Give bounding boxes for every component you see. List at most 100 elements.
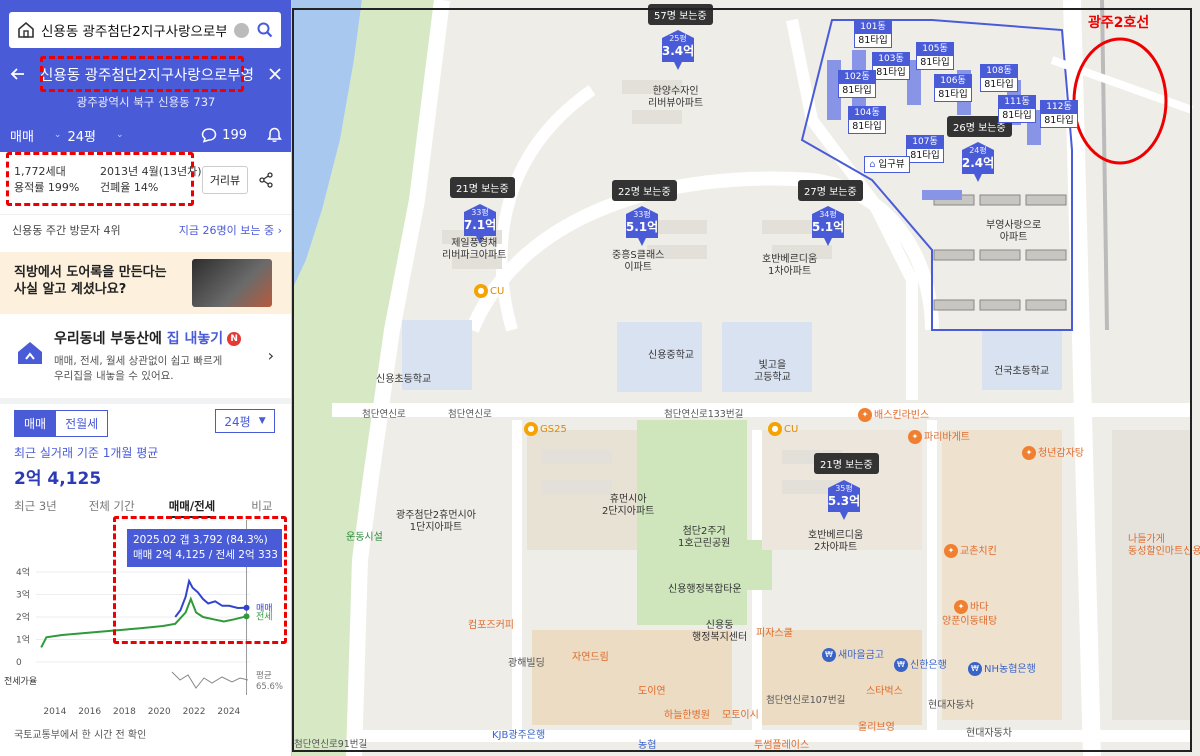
- x-tick-label: 2022: [183, 707, 206, 717]
- search-icon[interactable]: [257, 22, 273, 38]
- poi-gs25[interactable]: ● GS25: [524, 422, 567, 436]
- poi-olive[interactable]: 올리브영: [858, 718, 895, 733]
- share-icon[interactable]: [258, 172, 274, 188]
- page-title: 신용동 광주첨단2지구사랑으로부영: [40, 67, 254, 84]
- comments-button[interactable]: 199: [201, 127, 247, 143]
- map-view[interactable]: 광주2호선 57명 보는중 25평 3.4억 21명 보는중 33평 7.1억 22…: [292, 0, 1200, 756]
- list-my-home-promo[interactable]: 우리동네 부동산에 집 내놓기 N 매매, 전세, 월세 상관없이 쉽고 빠르게 …: [0, 318, 291, 396]
- caret-down-icon: ▼: [258, 416, 266, 426]
- poi-name: 올리브영: [858, 722, 895, 733]
- poi-name: 새마을금고: [838, 650, 884, 661]
- unit-type: 81타입: [842, 85, 872, 96]
- deal-type-select[interactable]: 매매: [10, 126, 34, 145]
- poi-kyochon[interactable]: ✦ 교촌치킨: [944, 542, 997, 558]
- marker-price: 5.1억: [811, 220, 845, 234]
- building-label[interactable]: 103동 81타입: [872, 52, 910, 80]
- price-marker[interactable]: 34평 5.1억: [806, 206, 850, 246]
- size-select[interactable]: 24평: [67, 126, 96, 145]
- place-label: 첨단2주거 1호근린공원: [678, 526, 731, 549]
- price-marker[interactable]: 35평 5.3억: [822, 480, 866, 520]
- marker-size: 24평: [969, 146, 987, 155]
- building-label[interactable]: 106동 81타입: [934, 74, 972, 102]
- poi-sinhan[interactable]: ₩ 신한은행: [894, 656, 947, 672]
- building-label[interactable]: 108동 81타입: [980, 64, 1018, 92]
- title-row: 신용동 광주첨단2지구사랑으로부영: [0, 56, 291, 92]
- bank-icon: ₩: [968, 662, 982, 676]
- building-label[interactable]: 112동 81타입: [1040, 100, 1078, 128]
- building-number: 112동: [1041, 101, 1077, 114]
- poi-name: 투썸플레이스: [754, 740, 810, 751]
- poi-natural[interactable]: 나들가게 동성할인마트신용점: [1128, 534, 1200, 558]
- y-tick-label: 4억: [16, 566, 30, 578]
- poi-starbucks[interactable]: 스타벅스: [866, 682, 903, 697]
- poi-baskin[interactable]: ✦ 배스킨라빈스: [858, 406, 929, 422]
- marker-price: 3.4억: [661, 44, 695, 58]
- tab-sale-rent[interactable]: 매매/전세: [168, 498, 216, 518]
- poi-cu[interactable]: ● CU: [474, 284, 504, 298]
- poi-motoisi[interactable]: 모토이시: [722, 706, 759, 721]
- poi-doyeon[interactable]: 도이연: [638, 682, 666, 697]
- x-tick-label: 2016: [78, 707, 101, 717]
- poi-kjb[interactable]: KJB광주은행: [492, 726, 545, 741]
- restaurant-icon: ✦: [908, 430, 922, 444]
- building-number: 102동: [839, 71, 875, 84]
- close-icon[interactable]: [268, 67, 282, 81]
- poi-twosome[interactable]: 투썸플레이스: [754, 736, 809, 751]
- search-box[interactable]: 신용동 광주첨단2지구사랑으로부영: [9, 12, 281, 48]
- house-upload-icon: [18, 342, 42, 364]
- tab-all-period[interactable]: 전체 기간: [57, 498, 135, 518]
- clear-icon[interactable]: [234, 22, 249, 38]
- ad-banner[interactable]: 직방에서 도어록을 만든다는 사실 알고 계셨나요?: [0, 252, 291, 314]
- households: 1,772세대: [14, 165, 66, 178]
- back-arrow-icon[interactable]: [10, 66, 26, 82]
- poi-nh[interactable]: ₩ NH농협은행: [968, 660, 1036, 676]
- price-marker[interactable]: 33평 5.1억: [620, 206, 664, 246]
- poi-coffee[interactable]: 컴포즈커피: [468, 616, 514, 631]
- poi-cheongnyeon[interactable]: ✦ 청년감자탕: [1022, 444, 1084, 460]
- search-input[interactable]: 신용동 광주첨단2지구사랑으로부영: [41, 20, 226, 40]
- store-icon: ●: [768, 422, 782, 436]
- entrance-view-button[interactable]: ⌂ 입구뷰: [864, 156, 910, 173]
- building-label[interactable]: 101동 81타입: [854, 20, 892, 48]
- street-view-button[interactable]: 거리뷰: [202, 166, 248, 194]
- poi-pizza[interactable]: 피자스쿨: [756, 624, 793, 639]
- building-number: 111동: [999, 96, 1035, 109]
- poi-paris[interactable]: ✦ 파리바게트: [908, 428, 970, 444]
- tab-recent-3y[interactable]: 최근 3년: [0, 498, 57, 518]
- road-label: 첨단연신로107번길: [766, 695, 846, 706]
- road-label: 첨단연신로: [448, 409, 492, 420]
- viewers-pill: 27명 보는중: [798, 180, 863, 201]
- chevron-right-icon: ›: [267, 346, 274, 365]
- floor-area-ratio: 용적률 199%: [14, 181, 80, 194]
- poi-name: 도이연: [638, 686, 666, 697]
- viewers-now-link[interactable]: 지금 26명이 보는 중 ›: [179, 222, 282, 238]
- promo-title-a: 우리동네 부동산에: [54, 331, 167, 347]
- bell-icon[interactable]: [267, 127, 282, 143]
- poi-jayeon[interactable]: 자연드림: [572, 648, 609, 663]
- tab-rent[interactable]: 전월세: [56, 410, 109, 437]
- poi-hospital[interactable]: 하늘한병원: [664, 706, 710, 721]
- poi-hyundai[interactable]: 현대자동차: [966, 724, 1012, 739]
- building-label[interactable]: 107동 81타입: [906, 135, 944, 163]
- poi-gwanghae[interactable]: 광해빌딩: [508, 654, 545, 669]
- visitor-rank-text: 신용동 주간 방문자 4위: [12, 224, 121, 237]
- poi-semaul[interactable]: ₩ 새마을금고: [822, 646, 884, 662]
- poi-cu[interactable]: ● CU: [768, 422, 798, 436]
- poi-hyundai[interactable]: 현대자동차: [928, 696, 974, 711]
- place-label: 부영사랑으로 아파트: [986, 220, 1042, 243]
- place-label: 건국초등학교: [994, 366, 1050, 377]
- building-label[interactable]: 102동 81타입: [838, 70, 876, 98]
- unit-type: 81타입: [858, 35, 888, 46]
- chart-size-select[interactable]: 24평 ▼: [215, 409, 275, 433]
- tab-sale[interactable]: 매매: [14, 410, 57, 437]
- tab-compare[interactable]: 비교: [215, 498, 272, 518]
- price-marker[interactable]: 25평 3.4억: [656, 30, 700, 70]
- building-label[interactable]: 105동 81타입: [916, 42, 954, 70]
- poi-nonghyup[interactable]: 농협: [638, 736, 656, 751]
- poi-yangpung[interactable]: 양푼이동태탕: [942, 612, 997, 627]
- building-label[interactable]: 104동 81타입: [848, 106, 886, 134]
- building-label[interactable]: 111동 81타입: [998, 95, 1036, 123]
- price-marker[interactable]: 24평 2.4억: [956, 142, 1000, 182]
- poi-name: 스타벅스: [866, 686, 903, 697]
- ratio-value: 65.6%: [256, 682, 283, 692]
